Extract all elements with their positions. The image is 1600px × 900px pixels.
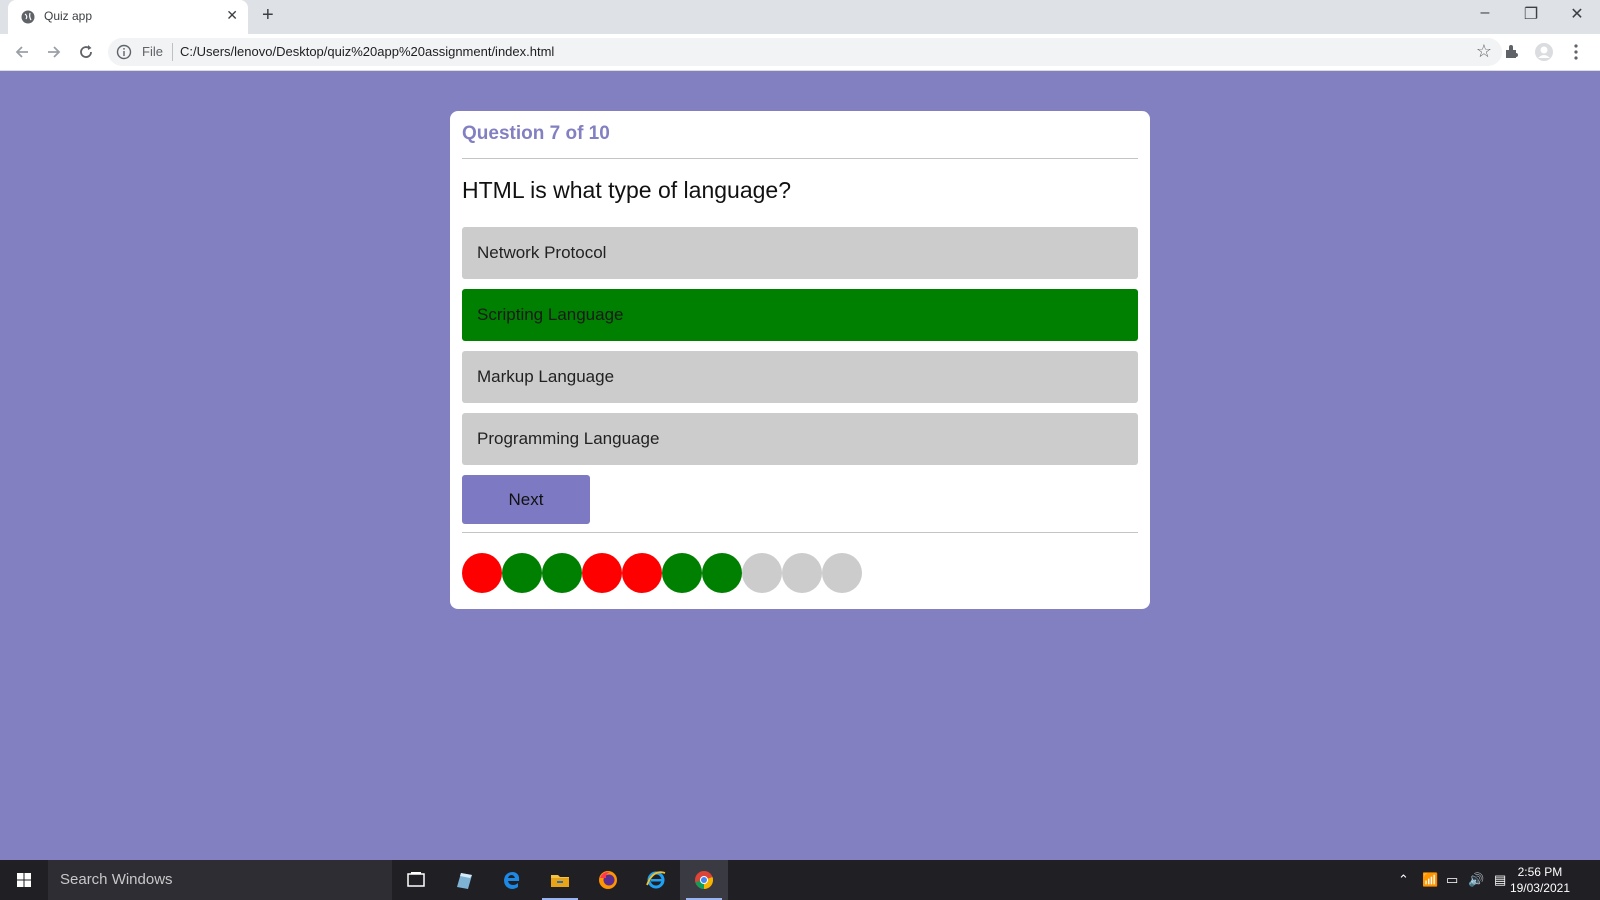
window-close-icon[interactable]: ✕ — [1554, 4, 1600, 24]
tab-title: Quiz app — [44, 9, 93, 23]
extensions-icon[interactable] — [1502, 42, 1522, 62]
bookmark-star-icon[interactable]: ☆ — [1476, 41, 1492, 62]
answer-option[interactable]: Programming Language — [462, 413, 1138, 465]
url-text[interactable]: C:/Users/lenovo/Desktop/quiz%20app%20ass… — [180, 44, 554, 59]
taskbar-search-input[interactable]: Search Windows — [48, 860, 392, 900]
taskbar-clock[interactable]: 2:56 PM 19/03/2021 — [1510, 864, 1570, 896]
paint-icon[interactable] — [440, 860, 488, 900]
restore-icon[interactable]: ❐ — [1508, 4, 1554, 24]
address-bar[interactable]: File C:/Users/lenovo/Desktop/quiz%20app%… — [108, 38, 1502, 66]
answer-option[interactable]: Network Protocol — [462, 227, 1138, 279]
header-divider — [462, 158, 1138, 159]
footer-divider — [462, 532, 1138, 533]
result-dot-pending — [822, 553, 862, 593]
minimize-icon[interactable]: – — [1462, 4, 1508, 22]
info-icon[interactable] — [116, 44, 132, 60]
result-dot-wrong — [462, 553, 502, 593]
next-button[interactable]: Next — [462, 475, 590, 524]
result-dot-right — [502, 553, 542, 593]
file-explorer-icon[interactable] — [536, 860, 584, 900]
result-dot-wrong — [582, 553, 622, 593]
result-dot-right — [542, 553, 582, 593]
browser-tab-bar: Quiz app ✕ + – ❐ ✕ — [0, 0, 1600, 34]
close-tab-icon[interactable]: ✕ — [226, 7, 238, 24]
globe-icon — [21, 10, 35, 24]
edge-icon[interactable] — [488, 860, 536, 900]
task-view-icon[interactable] — [392, 860, 440, 900]
result-dot-right — [702, 553, 742, 593]
question-text: HTML is what type of language? — [462, 177, 791, 203]
omnibox-separator — [172, 43, 173, 61]
answer-option[interactable]: Markup Language — [462, 351, 1138, 403]
back-icon[interactable] — [12, 42, 32, 62]
windows-start-icon[interactable] — [0, 860, 48, 900]
question-progress: Question 7 of 10 — [462, 123, 610, 144]
new-tab-button[interactable]: + — [262, 4, 274, 27]
profile-avatar-icon[interactable] — [1534, 42, 1554, 62]
quiz-card: Question 7 of 10 HTML is what type of la… — [450, 111, 1150, 609]
browser-tab[interactable]: Quiz app ✕ — [8, 0, 248, 34]
answer-option[interactable]: Scripting Language — [462, 289, 1138, 341]
notification-icon[interactable]: ▤ — [1494, 872, 1506, 888]
chevron-up-icon[interactable]: ⌃ — [1398, 872, 1409, 888]
result-dot-right — [662, 553, 702, 593]
forward-icon[interactable] — [44, 42, 64, 62]
volume-icon[interactable]: 🔊 — [1468, 872, 1484, 888]
browser-toolbar: File C:/Users/lenovo/Desktop/quiz%20app%… — [0, 34, 1600, 71]
menu-kebab-icon[interactable] — [1566, 42, 1586, 62]
chrome-icon[interactable] — [680, 860, 728, 900]
result-dot-pending — [782, 553, 822, 593]
reload-icon[interactable] — [76, 42, 96, 62]
internet-explorer-icon[interactable] — [632, 860, 680, 900]
result-dot-pending — [742, 553, 782, 593]
firefox-icon[interactable] — [584, 860, 632, 900]
clock-time: 2:56 PM — [1517, 865, 1563, 879]
clock-date: 19/03/2021 — [1509, 881, 1570, 895]
result-dot-wrong — [622, 553, 662, 593]
battery-icon[interactable]: ▭ — [1446, 872, 1458, 888]
file-scheme-label: File — [142, 44, 163, 59]
windows-taskbar: Search Windows ⌃ 📶 ▭ 🔊 ▤ 2:56 PM 19/03/2… — [0, 860, 1600, 900]
network-icon[interactable]: 📶 — [1422, 872, 1438, 888]
